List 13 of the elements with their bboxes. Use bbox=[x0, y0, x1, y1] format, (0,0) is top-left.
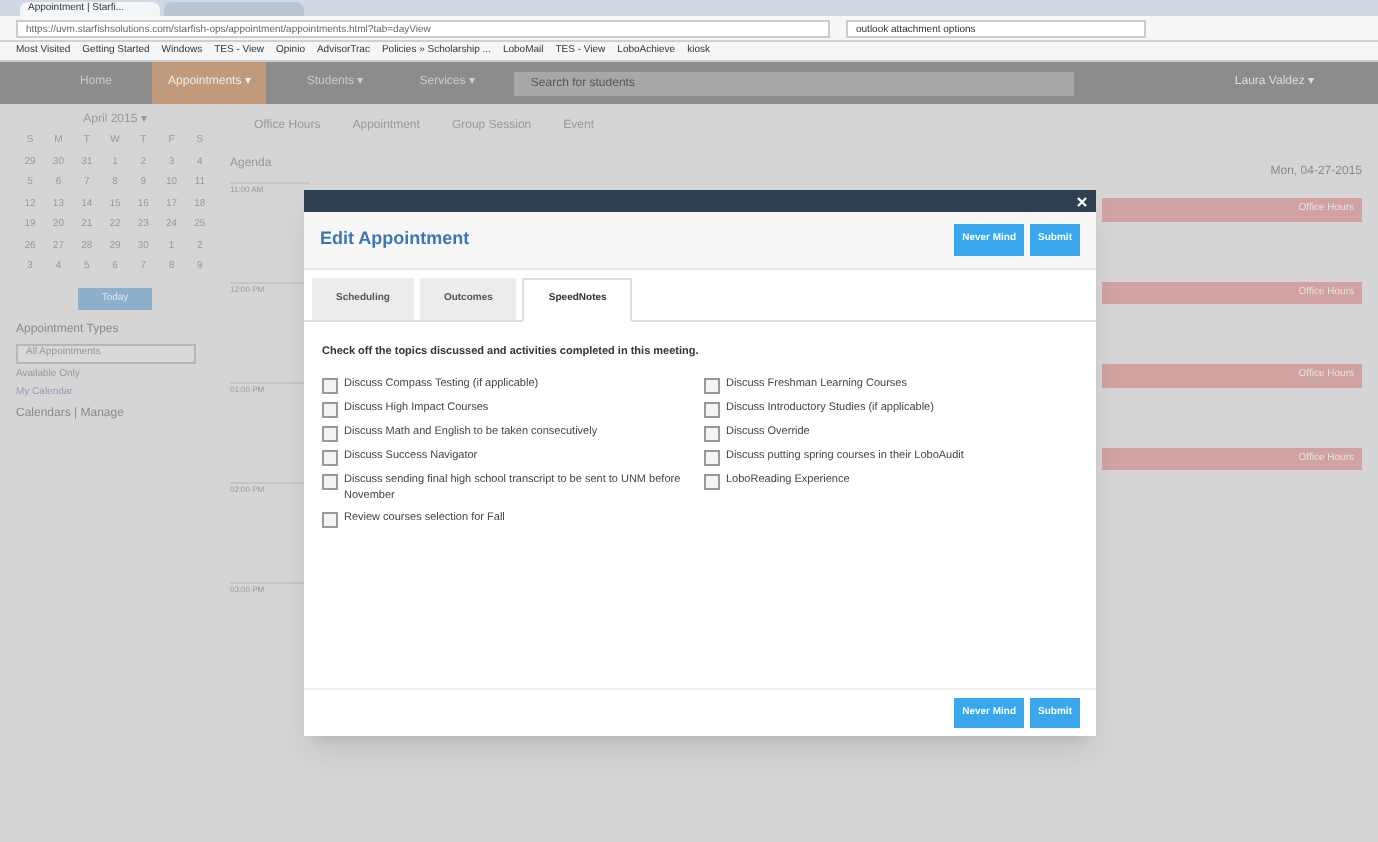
checkbox[interactable] bbox=[322, 449, 338, 466]
checkbox[interactable] bbox=[322, 473, 338, 490]
checkbox[interactable] bbox=[322, 401, 338, 418]
checkbox[interactable] bbox=[322, 511, 338, 528]
checkbox[interactable] bbox=[704, 401, 720, 418]
checkbox[interactable] bbox=[704, 425, 720, 442]
checkbox[interactable] bbox=[704, 473, 720, 490]
modal-title: Edit Appointment bbox=[320, 226, 470, 253]
checkbox[interactable] bbox=[322, 425, 338, 442]
checkbox[interactable] bbox=[322, 377, 338, 394]
checkbox[interactable] bbox=[704, 377, 720, 394]
checkbox[interactable] bbox=[704, 449, 720, 466]
close-icon[interactable] bbox=[1076, 195, 1088, 207]
